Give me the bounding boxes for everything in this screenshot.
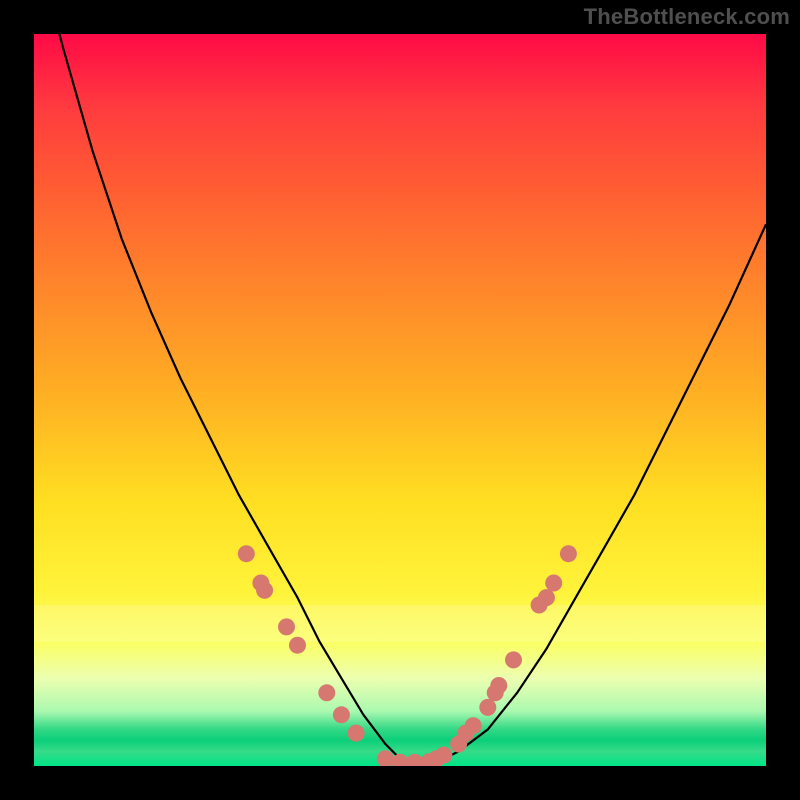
marker-dot — [560, 545, 577, 562]
marker-dot — [545, 575, 562, 592]
marker-dot — [333, 706, 350, 723]
marker-dot — [479, 699, 496, 716]
marker-dot — [238, 545, 255, 562]
chart-frame: TheBottleneck.com — [0, 0, 800, 800]
marker-dot — [435, 747, 452, 764]
marker-dot — [505, 651, 522, 668]
bottleneck-curve — [34, 34, 766, 762]
plot-area — [34, 34, 766, 766]
marker-dot — [348, 725, 365, 742]
marker-dot — [377, 750, 394, 766]
marker-dots — [238, 545, 577, 766]
marker-dot — [256, 582, 273, 599]
marker-dot — [289, 637, 306, 654]
marker-dot — [318, 684, 335, 701]
marker-dot — [538, 589, 555, 606]
marker-dot — [392, 754, 409, 766]
marker-dot — [490, 677, 507, 694]
watermark-text: TheBottleneck.com — [584, 4, 790, 30]
marker-dot — [465, 717, 482, 734]
marker-dot — [406, 754, 423, 766]
curve-layer — [34, 34, 766, 766]
marker-dot — [278, 618, 295, 635]
